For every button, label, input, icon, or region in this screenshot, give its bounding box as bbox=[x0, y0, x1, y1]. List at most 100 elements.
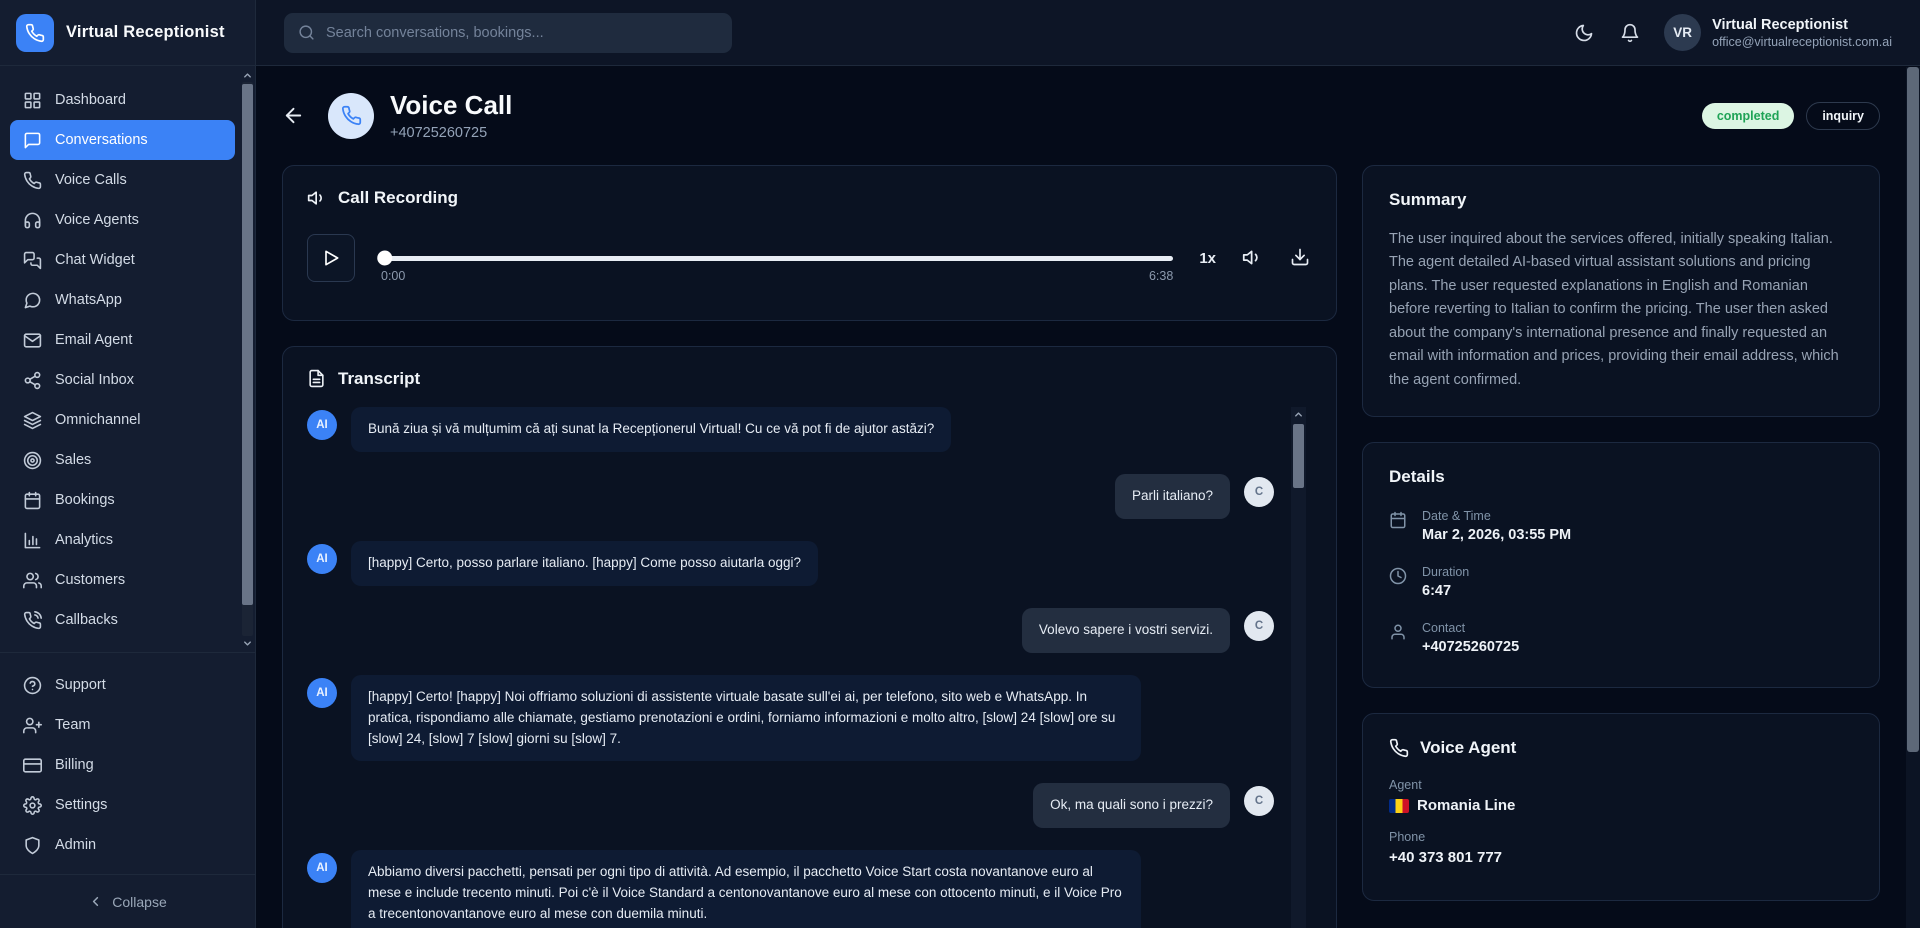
sidebar-item-team[interactable]: Team bbox=[10, 705, 235, 745]
page-scrollbar[interactable] bbox=[1906, 67, 1920, 928]
message-ai: AI Abbiamo diversi pacchetti, pensati pe… bbox=[307, 850, 1274, 928]
sidebar-item-label: Omnichannel bbox=[55, 412, 140, 428]
ai-avatar: AI bbox=[307, 544, 337, 574]
message-bubble: [happy] Certo, posso parlare italiano. [… bbox=[351, 541, 818, 586]
moon-icon bbox=[1574, 23, 1594, 43]
sidebar-item-chat-widget[interactable]: Chat Widget bbox=[10, 240, 235, 280]
detail-row-duration: Duration 6:47 bbox=[1389, 565, 1853, 599]
right-column: Summary The user inquired about the serv… bbox=[1362, 165, 1880, 928]
sidebar-item-whatsapp[interactable]: WhatsApp bbox=[10, 280, 235, 320]
sidebar-item-sales[interactable]: Sales bbox=[10, 440, 235, 480]
volume-button[interactable] bbox=[1242, 247, 1264, 269]
sidebar-item-conversations[interactable]: Conversations bbox=[10, 120, 235, 160]
agent-phone: +40 373 801 777 bbox=[1389, 849, 1853, 866]
page-scrollbar-thumb[interactable] bbox=[1907, 67, 1919, 752]
speaker-icon bbox=[307, 188, 327, 208]
sidebar-item-social-inbox[interactable]: Social Inbox bbox=[10, 360, 235, 400]
sidebar-item-omnichannel[interactable]: Omnichannel bbox=[10, 400, 235, 440]
status-badges: completed inquiry bbox=[1702, 102, 1880, 130]
play-button[interactable] bbox=[307, 234, 355, 282]
sidebar-item-admin[interactable]: Admin bbox=[10, 825, 235, 865]
user-name: Virtual Receptionist bbox=[1712, 17, 1892, 33]
voice-agent-title: Voice Agent bbox=[1420, 738, 1516, 758]
sidebar-scrollbar-track[interactable] bbox=[242, 82, 253, 636]
detail-label: Duration bbox=[1422, 565, 1469, 579]
sidebar-item-analytics[interactable]: Analytics bbox=[10, 520, 235, 560]
user-menu[interactable]: VR Virtual Receptionist office@virtualre… bbox=[1664, 14, 1892, 51]
back-button[interactable] bbox=[282, 104, 306, 128]
whatsapp-icon bbox=[22, 290, 42, 310]
phone-icon bbox=[1389, 738, 1409, 758]
message-bubble: Bună ziua și vă mulțumim că ați sunat la… bbox=[351, 407, 951, 452]
sidebar-item-voice-agents[interactable]: Voice Agents bbox=[10, 200, 235, 240]
message-ai: AI [happy] Certo! [happy] Noi offriamo s… bbox=[307, 675, 1274, 762]
status-badge-completed: completed bbox=[1702, 103, 1795, 129]
sidebar-item-label: Voice Agents bbox=[55, 212, 139, 228]
sidebar-item-dashboard[interactable]: Dashboard bbox=[10, 80, 235, 120]
customer-avatar: C bbox=[1244, 611, 1274, 641]
left-column: Call Recording 0:00 6:38 1x bbox=[282, 165, 1337, 928]
message-bubble: Parli italiano? bbox=[1115, 474, 1230, 519]
transcript-card: Transcript AI Bună ziua și vă mulțumim c… bbox=[282, 346, 1337, 928]
app-logo: Virtual Receptionist bbox=[0, 0, 255, 66]
conversations-icon bbox=[22, 130, 42, 150]
billing-icon bbox=[22, 755, 42, 775]
download-button[interactable] bbox=[1290, 247, 1312, 269]
sidebar-item-bookings[interactable]: Bookings bbox=[10, 480, 235, 520]
message-bubble: [happy] Certo! [happy] Noi offriamo solu… bbox=[351, 675, 1141, 762]
ai-avatar: AI bbox=[307, 410, 337, 440]
sidebar-item-label: Chat Widget bbox=[55, 252, 135, 268]
dashboard-icon bbox=[22, 90, 42, 110]
transcript-scrollbar-thumb[interactable] bbox=[1293, 424, 1304, 488]
call-recording-title: Call Recording bbox=[338, 188, 458, 208]
sales-icon bbox=[22, 450, 42, 470]
message-ai: AI Bună ziua și vă mulțumim că ați sunat… bbox=[307, 407, 1274, 452]
scroll-down-icon[interactable] bbox=[242, 636, 253, 650]
sidebar-item-settings[interactable]: Settings bbox=[10, 785, 235, 825]
message-customer: Ok, ma quali sono i prezzi? C bbox=[307, 783, 1274, 828]
content-columns: Call Recording 0:00 6:38 1x bbox=[282, 165, 1880, 928]
customers-icon bbox=[22, 570, 42, 590]
sidebar-item-email-agent[interactable]: Email Agent bbox=[10, 320, 235, 360]
detail-row-contact: Contact +40725260725 bbox=[1389, 621, 1853, 655]
sidebar-item-label: Support bbox=[55, 677, 106, 693]
ai-avatar: AI bbox=[307, 678, 337, 708]
notifications-button[interactable] bbox=[1618, 21, 1642, 45]
sidebar-item-voice-calls[interactable]: Voice Calls bbox=[10, 160, 235, 200]
arrow-left-icon bbox=[282, 104, 305, 127]
scroll-up-icon[interactable] bbox=[242, 68, 253, 82]
global-search[interactable] bbox=[284, 13, 732, 53]
dark-mode-toggle[interactable] bbox=[1572, 21, 1596, 45]
phone-icon bbox=[341, 105, 362, 126]
person-icon bbox=[1389, 623, 1408, 642]
search-input[interactable] bbox=[326, 25, 718, 41]
summary-title: Summary bbox=[1389, 190, 1853, 210]
current-time: 0:00 bbox=[381, 269, 405, 283]
seek-track[interactable] bbox=[381, 256, 1173, 261]
sidebar-item-callbacks[interactable]: Callbacks bbox=[10, 600, 235, 640]
sidebar-secondary-nav: Support Team Billing Settings Admin bbox=[0, 652, 255, 869]
transcript-scrollbar[interactable] bbox=[1291, 407, 1306, 928]
status-badge-inquiry: inquiry bbox=[1806, 102, 1880, 130]
collapse-sidebar-button[interactable]: Collapse bbox=[0, 874, 255, 928]
call-type-badge bbox=[328, 93, 374, 139]
seek-slider[interactable]: 0:00 6:38 bbox=[381, 256, 1173, 261]
playback-speed-button[interactable]: 1x bbox=[1199, 250, 1216, 267]
sidebar-item-label: Bookings bbox=[55, 492, 115, 508]
sidebar-item-support[interactable]: Support bbox=[10, 665, 235, 705]
detail-value: +40725260725 bbox=[1422, 639, 1519, 655]
analytics-icon bbox=[22, 530, 42, 550]
sidebar-scrollbar[interactable] bbox=[241, 68, 254, 650]
sidebar-scrollbar-thumb[interactable] bbox=[242, 84, 253, 605]
detail-label: Contact bbox=[1422, 621, 1519, 635]
transcript-scrollbar-track[interactable] bbox=[1291, 422, 1306, 928]
seek-thumb[interactable] bbox=[377, 251, 392, 266]
user-avatar: VR bbox=[1664, 14, 1701, 51]
agent-phone-label: Phone bbox=[1389, 830, 1853, 844]
sidebar-nav: Dashboard Conversations Voice Calls Voic… bbox=[0, 66, 255, 652]
sidebar-item-billing[interactable]: Billing bbox=[10, 745, 235, 785]
topbar: VR Virtual Receptionist office@virtualre… bbox=[256, 0, 1920, 66]
sidebar-item-customers[interactable]: Customers bbox=[10, 560, 235, 600]
message-bubble: Volevo sapere i vostri servizi. bbox=[1022, 608, 1230, 653]
scroll-up-icon[interactable] bbox=[1293, 407, 1304, 422]
